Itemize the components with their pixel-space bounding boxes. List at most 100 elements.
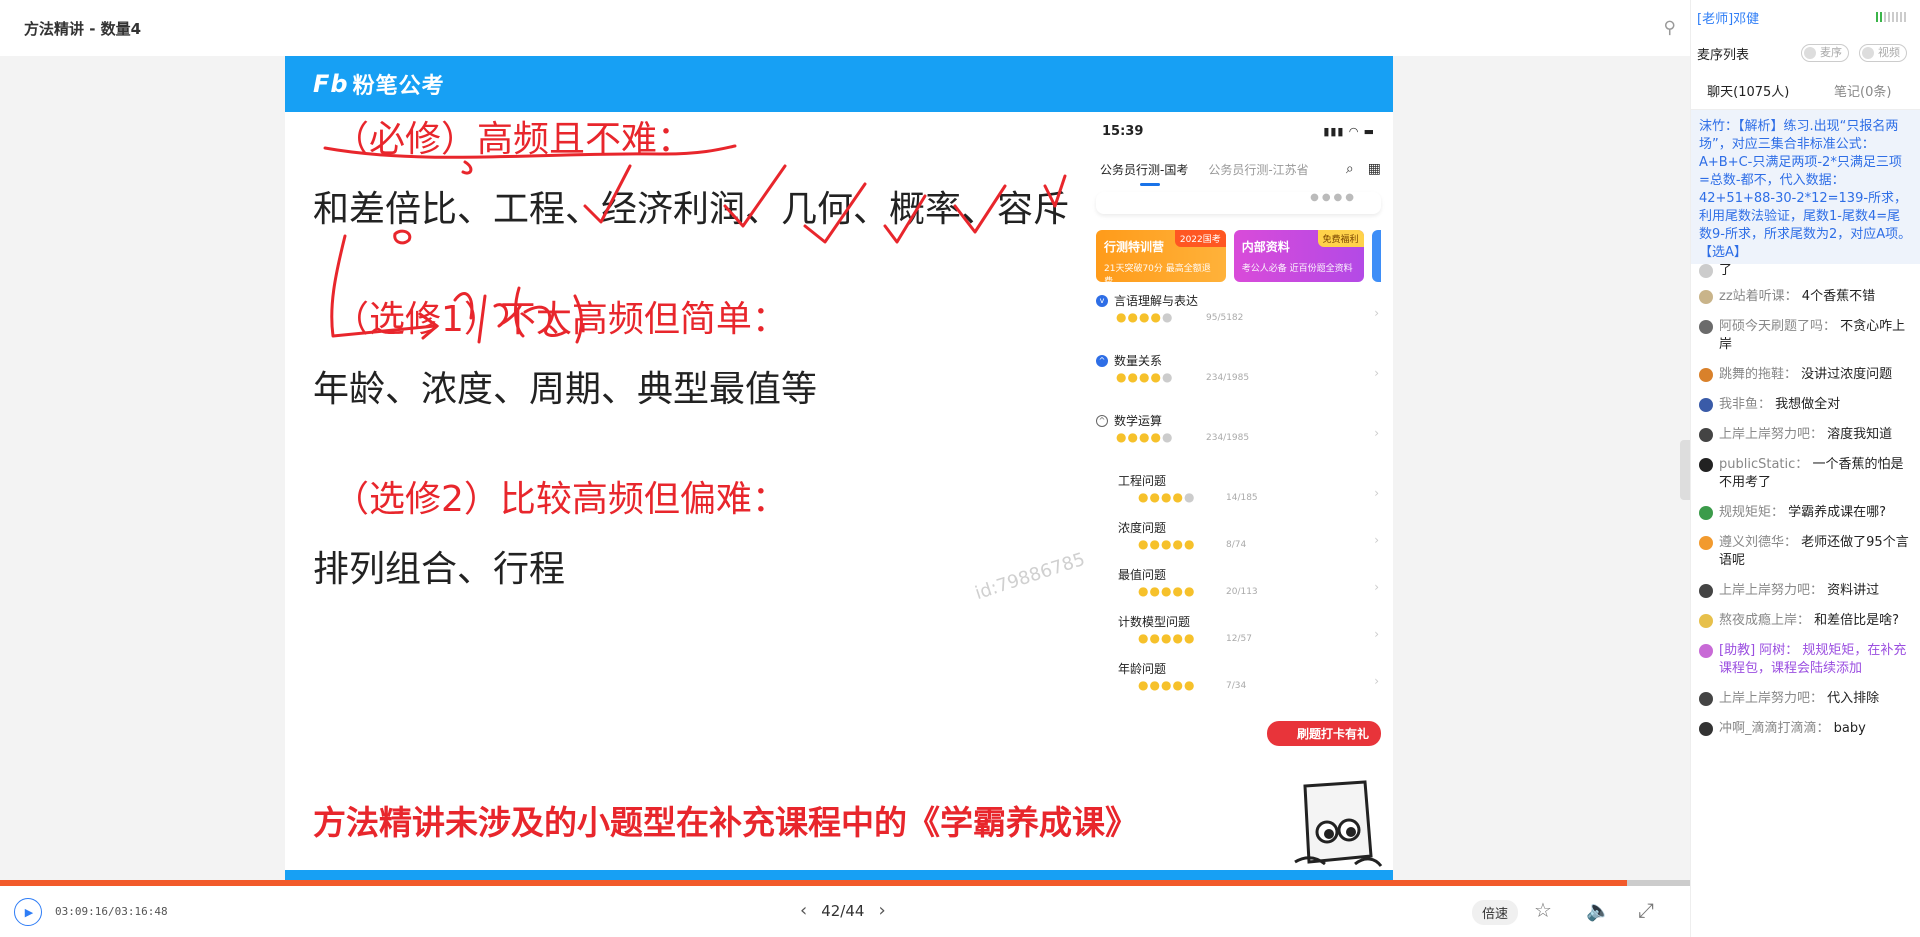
pin-icon[interactable]: ⚲ <box>1664 18 1676 38</box>
category-label: 言语理解与表达 <box>1114 294 1199 308</box>
difficulty-stars-icon: ●●●●● <box>1116 310 1174 324</box>
category-name: ^ 数量关系 <box>1096 352 1381 369</box>
avatar <box>1699 428 1713 442</box>
chat-message: 上岸上岸努力吧： 资料讲过 <box>1699 576 1912 606</box>
chat-message: 熬夜成瘾上岸： 和差倍比是啥? <box>1699 606 1912 636</box>
category-item: ^ 数学运算 ●●●●● 234/1985 › <box>1096 412 1381 472</box>
volume-icon[interactable]: 🔈 <box>1586 898 1611 922</box>
category-label: 工程问题 <box>1118 474 1167 488</box>
chat-message: [助教] 阿树： 规规矩矩，在补充课程包，课程会陆续添加 <box>1699 636 1912 684</box>
category-item: 工程问题 ●●●●● 14/185 › <box>1096 472 1381 519</box>
avatar <box>1699 320 1713 334</box>
next-page-icon[interactable]: › <box>878 900 885 921</box>
tab-chat[interactable]: 聊天(1075人) <box>1691 81 1806 100</box>
category-name: 浓度问题 <box>1096 519 1381 536</box>
play-button[interactable]: ▶ <box>14 898 42 926</box>
chevron-right-icon: › <box>1374 306 1379 320</box>
slide-header: Fb 粉笔公考 <box>285 56 1393 112</box>
category-label: 数量关系 <box>1114 354 1163 368</box>
difficulty-stars-icon: ●●●●● <box>1138 584 1196 598</box>
avatar <box>1699 398 1713 412</box>
difficulty-stars-icon: ●●●●● <box>1138 537 1196 551</box>
video-toggle[interactable]: 视频 <box>1859 44 1907 62</box>
chat-message: 遵义刘德华： 老师还做了95个言语呢 <box>1699 528 1912 576</box>
tab-notes[interactable]: 笔记(0条) <box>1806 81 1920 100</box>
bottom-note: 方法精讲未涉及的小题型在补充课程中的《学霸养成课》 <box>313 803 1138 842</box>
sender-name: 跳舞的拖鞋： <box>1719 367 1798 382</box>
avatar <box>1699 692 1713 706</box>
message-text: 资料讲过 <box>1827 583 1880 598</box>
category-item: ^ 数量关系 ●●●●● 234/1985 › <box>1096 352 1381 412</box>
difficulty-stars-icon: ●●●●● <box>1138 678 1196 692</box>
pinned-message: 沫竹：【解析】练习.出现“只报名两场”，对应三集合非标准公式：A+B+C-只满足… <box>1691 110 1920 264</box>
chevron-right-icon: › <box>1374 486 1379 500</box>
avatar <box>1699 290 1713 304</box>
banner-tag: 2022国考 <box>1174 230 1226 247</box>
sender-name: 我非鱼： <box>1719 397 1772 412</box>
category-label: 最值问题 <box>1118 568 1167 582</box>
chat-message: publicStatic： 一个香蕉的怕是不用考了 <box>1699 450 1912 498</box>
phone-bottom-nav: 练习 课程 发现 我 <box>1084 771 1393 772</box>
video-player: 方法精讲 - 数量4 ⚲ Fb 粉笔公考 （必修）高频且不难： 和差倍比、工程、… <box>0 0 1690 937</box>
user-watermark: id:79886785 <box>972 548 1088 605</box>
avatar <box>1699 614 1713 628</box>
sender-name: 阿硕今天刷题了吗： <box>1719 319 1837 334</box>
message-text: 了 <box>1719 263 1733 278</box>
category-item: 最值问题 ●●●●● 20/113 › <box>1096 566 1381 613</box>
circle-mark <box>393 229 412 245</box>
avatar <box>1699 584 1713 598</box>
brand-logo-icon: Fb <box>313 70 349 98</box>
category-name: 最值问题 <box>1096 566 1381 583</box>
slide-pager: ‹ 42/44 › <box>800 900 886 921</box>
expand-icon: ^ <box>1096 354 1108 367</box>
chat-message: 冲啊_滴滴打滴滴： baby <box>1699 714 1912 744</box>
message-text: 代入排除 <box>1827 691 1880 706</box>
difficulty-stars-icon: ●●●●● <box>1138 631 1196 645</box>
collapse-icon: ^ <box>1096 414 1108 427</box>
chat-panel: [老师]邓健 麦序列表 麦序 视频 聊天(1075人) 笔记(0条) 沫竹：【解… <box>1690 0 1920 937</box>
sender-name: 上岸上岸努力吧： <box>1719 583 1824 598</box>
prev-page-icon[interactable]: ‹ <box>800 900 807 921</box>
category-name: 年龄问题 <box>1096 660 1381 677</box>
banner-internal-materials: 内部资料 考公人必备 近百份题全资料 免费福利 <box>1233 230 1364 282</box>
category-count: 8/74 <box>1226 540 1247 550</box>
teacher-row: [老师]邓健 <box>1691 0 1920 34</box>
mic-level-icon <box>1876 12 1908 22</box>
sender-name: 上岸上岸努力吧： <box>1719 427 1824 442</box>
message-text: 溶度我知道 <box>1827 427 1893 442</box>
underline-curl <box>461 160 473 175</box>
category-count: 234/1985 <box>1206 433 1250 443</box>
required-heading: （必修）高频且不难： <box>333 119 694 160</box>
chevron-right-icon: › <box>1374 533 1379 547</box>
chat-message: 跳舞的拖鞋： 没讲过浓度问题 <box>1699 360 1912 390</box>
punch-in-button: 刷题打卡有礼 <box>1266 721 1381 746</box>
chevron-right-icon: › <box>1374 580 1379 594</box>
chat-message: 我非鱼： 我想做全对 <box>1699 390 1912 420</box>
sender-name: 熬夜成瘾上岸： <box>1719 613 1811 628</box>
avatar <box>1699 536 1713 550</box>
avatar <box>1699 458 1713 472</box>
mic-queue-toggle[interactable]: 麦序 <box>1801 44 1849 62</box>
category-name: 工程问题 <box>1096 472 1381 489</box>
sender-name: 冲啊_滴滴打滴滴： <box>1719 721 1830 736</box>
message-text: 没讲过浓度问题 <box>1801 367 1893 382</box>
chevron-right-icon: › <box>1374 627 1379 641</box>
course-title: 方法精讲 - 数量4 <box>24 19 142 38</box>
panel-collapse-handle[interactable] <box>1680 440 1690 500</box>
chat-message: 阿硕今天刷题了吗： 不贪心咋上岸 <box>1699 312 1912 360</box>
chevron-right-icon: › <box>1374 674 1379 688</box>
required-topics: 和差倍比、工程、经济利润、几何、概率、容斥 <box>313 189 1070 230</box>
speed-button[interactable]: 倍速 <box>1472 900 1519 925</box>
title-bar: 方法精讲 - 数量4 ⚲ <box>0 0 1690 56</box>
phone-time: 15:39 <box>1102 123 1144 139</box>
category-name: 计数模型问题 <box>1096 613 1381 630</box>
difficulty-stars-icon: ●●●●● <box>1138 490 1196 504</box>
mic-list-label: 麦序列表 <box>1697 47 1750 63</box>
favorite-star-icon[interactable]: ☆ <box>1534 898 1552 922</box>
phone-status-bar: 15:39 ▮▮▮ ◠ ▬ <box>1084 112 1393 150</box>
fullscreen-icon[interactable]: ⤢ <box>1638 898 1654 922</box>
category-item: v 言语理解与表达 ●●●●● 95/5182 › <box>1096 292 1381 352</box>
category-name: ^ 数学运算 <box>1096 412 1381 429</box>
category-count: 95/5182 <box>1206 313 1244 323</box>
chat-message: zz站着听课： 4个香蕉不错 <box>1699 282 1912 312</box>
